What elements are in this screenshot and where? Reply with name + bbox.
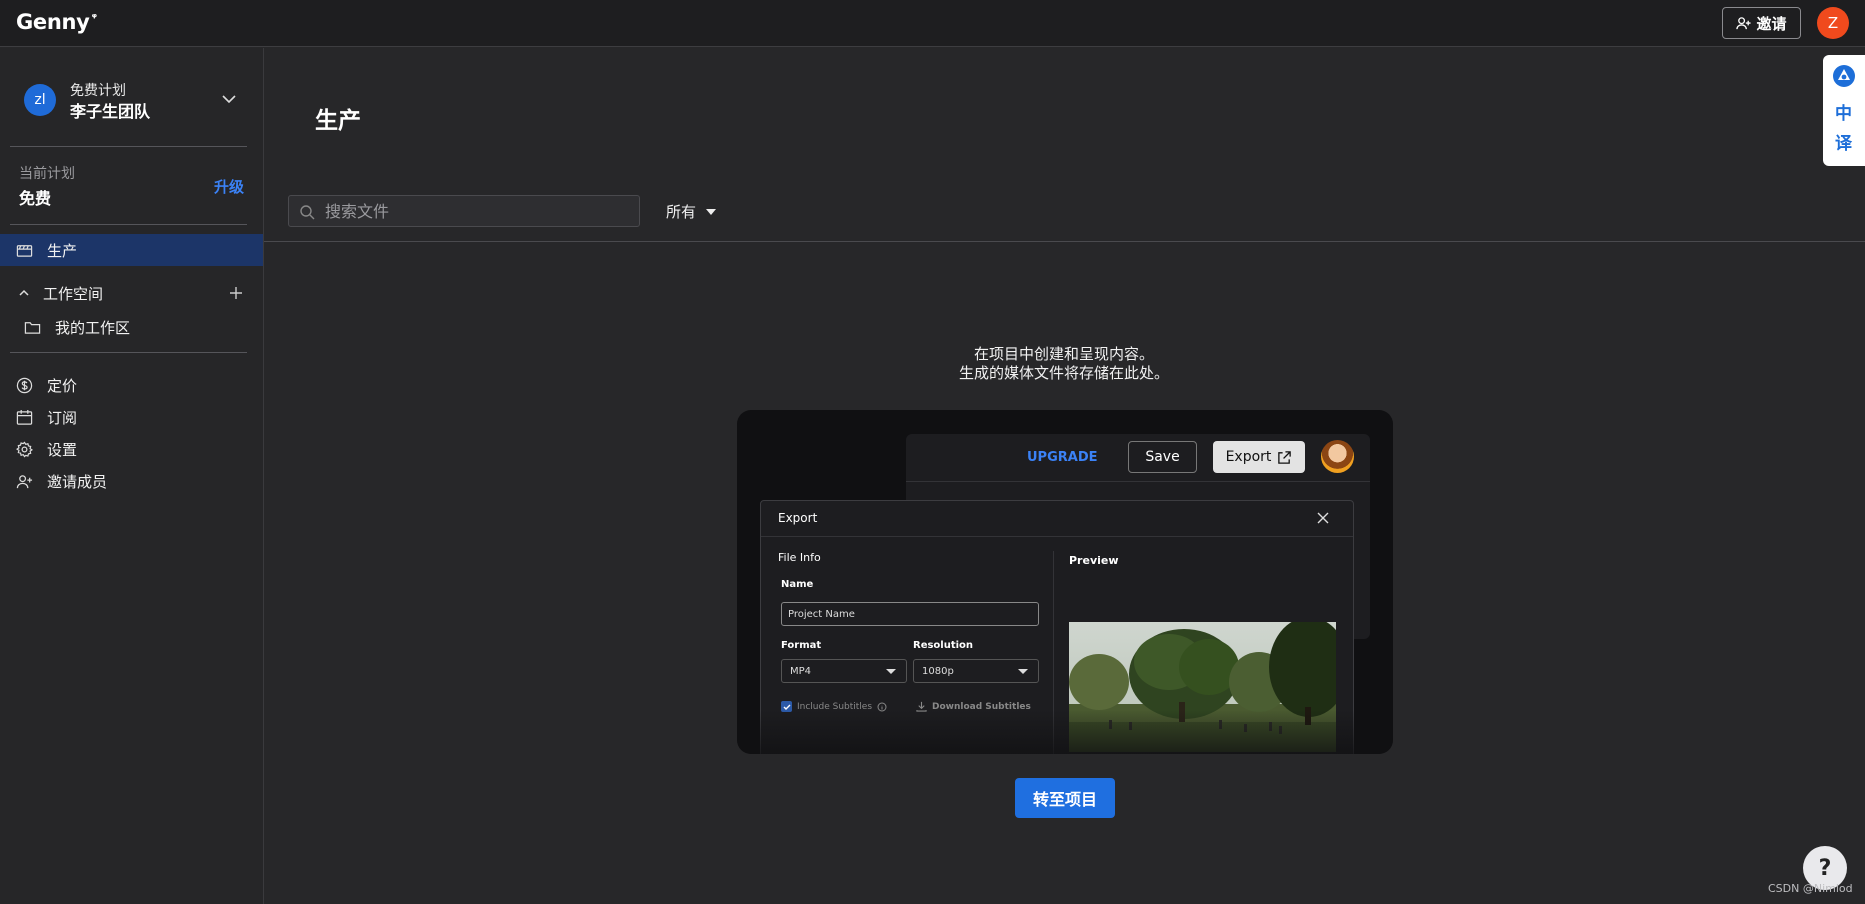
page-title: 生产 [315,108,361,134]
caret-down-icon [706,208,717,215]
calendar-icon [16,409,33,425]
team-name: 李子生团队 [70,102,151,121]
logo-wave-icon: ᵠ [91,11,97,24]
translate-char: 中 [1835,104,1852,124]
team-avatar: zl [24,84,56,116]
add-user-icon [1736,16,1752,29]
team-plan: 免费计划 [70,83,126,99]
sidebar-section-workspace[interactable]: 工作空间 [0,277,263,309]
mock-dialog-header: Export [761,501,1353,537]
mock-resolution-select: 1080p [913,659,1039,683]
sidebar-divider [10,224,247,225]
mock-resolution-label: Resolution [913,640,974,651]
genny-logo[interactable]: Genny ᵠ [16,10,97,34]
mock-format-select: MP4 [781,659,907,683]
mock-preview-title: Preview [1069,554,1119,567]
search-input[interactable] [325,196,625,226]
sidebar-item-label: 定价 [47,376,78,395]
sidebar-item-my-workspace[interactable]: 我的工作区 [0,311,263,343]
invite-button[interactable]: 邀请 [1722,7,1801,39]
gear-icon [16,441,33,458]
sidebar-item-label: 生产 [47,241,78,260]
sidebar-item-subscription[interactable]: 订阅 [0,401,263,433]
filter-dropdown[interactable]: 所有 [666,201,717,222]
sidebar-item-label: 邀请成员 [47,472,108,491]
mock-upgrade-label: UPGRADE [1027,450,1098,465]
sidebar-item-production[interactable]: 生产 [0,234,263,266]
mock-save-button: Save [1128,441,1197,473]
search-box[interactable] [288,195,640,227]
current-plan-value: 免费 [19,189,52,208]
sidebar-item-invite-members[interactable]: 邀请成员 [0,465,263,497]
plus-icon[interactable] [229,286,243,300]
mock-avatar [1321,440,1354,473]
translate-char: 译 [1835,134,1852,154]
add-user-icon [16,475,33,489]
brand-name: Genny [16,10,90,34]
empty-state-illustration: UPGRADE Save Export Export File Info Nam… [737,410,1393,754]
illustration-fade [737,710,1393,754]
sidebar: zl 免费计划 李子生团队 当前计划 免费 升级 生产 工作空间 我的工作区 定… [0,48,264,904]
mock-format-value: MP4 [790,665,812,677]
top-bar: Genny ᵠ 邀请 Z [0,0,1865,47]
upgrade-link[interactable]: 升级 [214,176,244,197]
folder-icon [24,322,41,334]
user-avatar[interactable]: Z [1817,7,1849,39]
mock-name-label: Name [781,579,814,590]
sidebar-item-pricing[interactable]: 定价 [0,369,263,401]
invite-label: 邀请 [1756,14,1787,33]
empty-state-text: 生成的媒体文件将存储在此处。 [958,364,1169,382]
team-switcher[interactable]: zl 免费计划 李子生团队 [24,80,244,121]
mock-resolution-value: 1080p [922,665,954,677]
sidebar-divider [10,146,247,147]
mock-file-info-title: File Info [778,551,821,564]
sidebar-item-label: 订阅 [47,408,78,427]
sidebar-section-label: 工作空间 [43,284,104,303]
watermark: CSDN @Nimlod [1768,882,1853,895]
search-icon [300,205,315,220]
caret-down-icon [886,669,896,674]
share-icon [1278,450,1292,464]
main-divider [264,241,1865,242]
caret-down-icon [1018,669,1028,674]
sidebar-item-settings[interactable]: 设置 [0,433,263,465]
translate-widget[interactable]: 中 译 [1823,55,1865,166]
mock-export-label: Export [1225,449,1272,465]
sidebar-item-label: 设置 [47,440,78,459]
close-icon [1317,512,1329,524]
empty-state-text: 在项目中创建和呈现内容。 [973,345,1154,363]
filter-label: 所有 [666,203,697,221]
mock-name-field: Project Name [781,602,1039,626]
clapperboard-icon [16,245,33,257]
mock-dialog-title: Export [778,511,818,525]
current-plan-label: 当前计划 [19,166,75,182]
translate-logo-icon [1833,65,1855,87]
sidebar-item-label: 我的工作区 [55,318,131,337]
mock-export-button: Export [1213,441,1305,473]
mock-divider [906,481,1370,482]
sidebar-divider [10,352,247,353]
go-to-projects-button[interactable]: 转至项目 [1015,778,1115,818]
mock-format-label: Format [781,640,822,651]
chevron-up-icon [19,289,29,296]
chevron-down-icon[interactable] [220,90,238,108]
dollar-circle-icon [16,377,33,394]
